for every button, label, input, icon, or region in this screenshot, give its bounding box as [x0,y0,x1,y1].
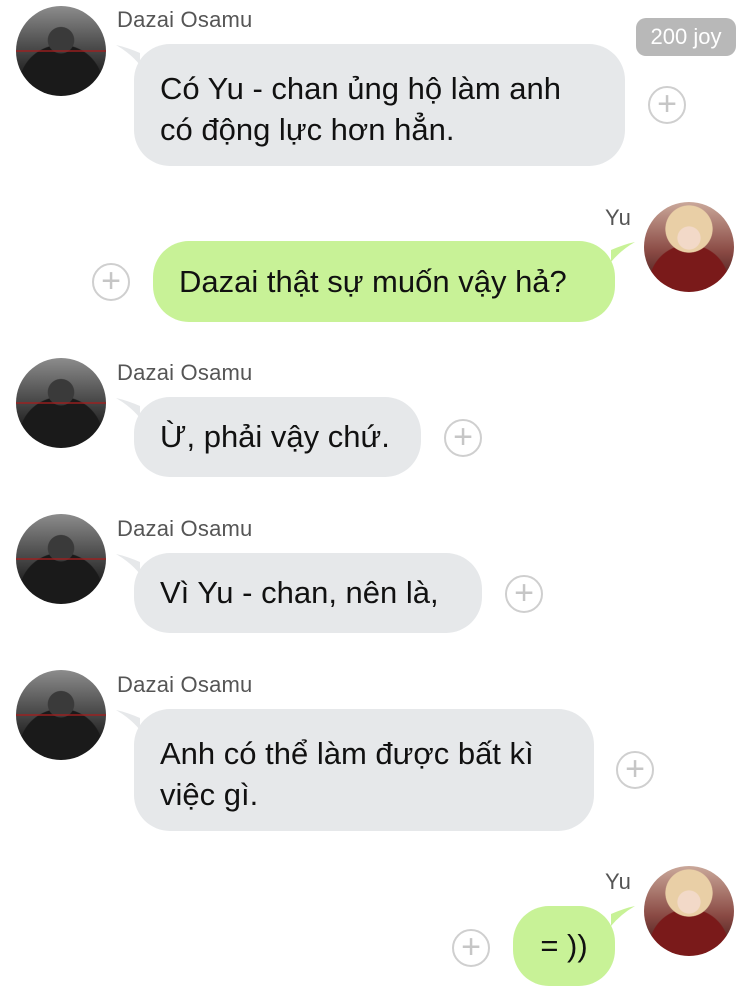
avatar-dazai[interactable] [16,358,106,448]
message-line: Anh có thể làm được bất kì [160,736,534,771]
sender-name: Dazai Osamu [117,7,253,32]
bubble-tail [116,710,140,730]
avatar-yu[interactable] [644,202,734,292]
bubble-tail [116,45,140,65]
message-line: việc gì. [160,777,259,812]
sender-name: Dazai Osamu [117,516,253,541]
add-reaction-icon[interactable]: + [505,575,543,613]
avatar-dazai[interactable] [16,6,106,96]
reaction-count-badge: 200 joy [636,18,736,56]
bubble-tail [611,242,635,262]
message-line: Ừ, phải vậy chứ. [160,419,390,454]
add-reaction-icon[interactable]: + [616,751,654,789]
sender-name: Yu [605,869,632,894]
add-reaction-icon[interactable]: + [648,86,686,124]
add-reaction-icon[interactable]: + [92,263,130,301]
message-bubble[interactable]: Dazai thật sự muốn vậy hả? [153,241,615,322]
message-line: Vì Yu - chan, nên là, [160,575,439,610]
add-reaction-icon[interactable]: + [452,929,490,967]
message-line: có động lực hơn hẳn. [160,112,455,147]
message-bubble[interactable]: Có Yu - chan ủng hộ làm anh có động lực … [134,44,625,166]
message-bubble[interactable]: Vì Yu - chan, nên là, [134,553,482,633]
message-line: Có Yu - chan ủng hộ làm anh [160,71,561,106]
message-line: = )) [540,928,588,963]
add-reaction-icon[interactable]: + [444,419,482,457]
message-bubble[interactable]: = )) [513,906,615,986]
message-bubble[interactable]: Anh có thể làm được bất kì việc gì. [134,709,594,831]
sender-name: Dazai Osamu [117,360,253,385]
avatar-dazai[interactable] [16,670,106,760]
bubble-tail [116,398,140,418]
sender-name: Dazai Osamu [117,672,253,697]
message-line: Dazai thật sự muốn vậy hả? [179,264,567,299]
avatar-yu[interactable] [644,866,734,956]
bubble-tail [611,906,635,926]
avatar-dazai[interactable] [16,514,106,604]
bubble-tail [116,554,140,574]
sender-name: Yu [605,205,632,230]
message-bubble[interactable]: Ừ, phải vậy chứ. [134,397,421,477]
